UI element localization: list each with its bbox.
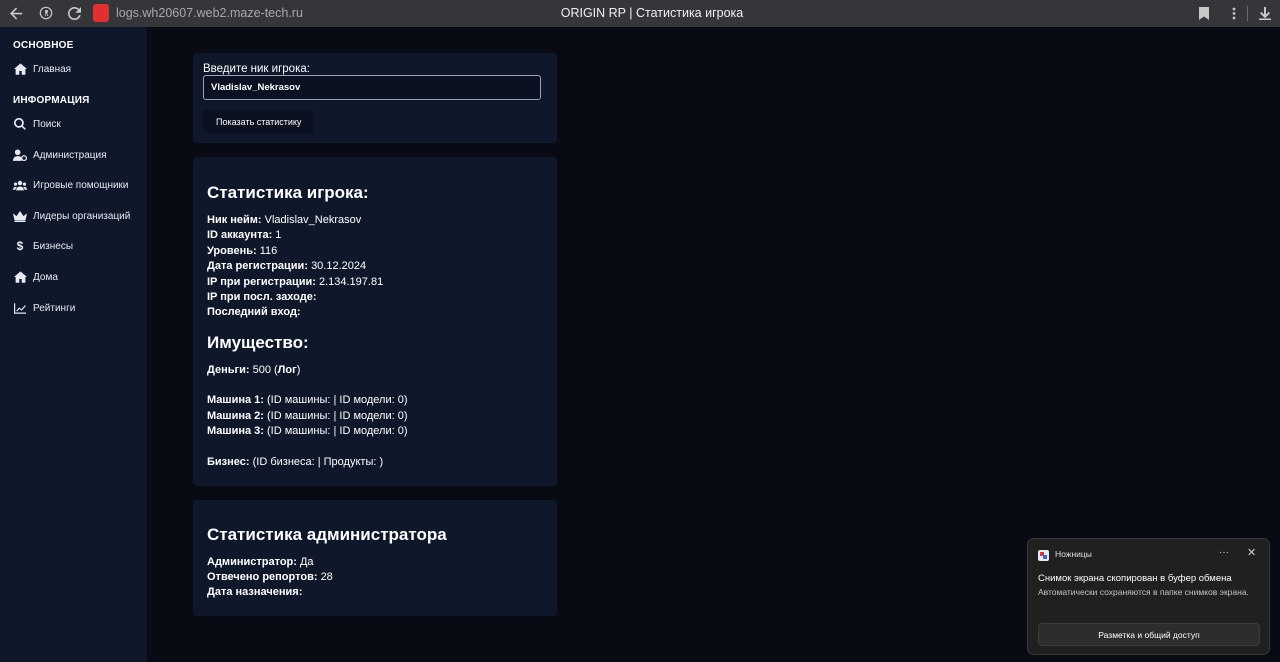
sidebar: ОСНОВНОЕ Главная ИНФОРМАЦИЯ Поиск Админи… [0,27,147,662]
admin-stats-title: Статистика администратора [207,525,447,544]
show-stats-button[interactable]: Показать статистику [203,110,315,133]
notification-more-button[interactable]: ··· [1219,547,1229,558]
sidebar-item-search[interactable]: Поиск [13,116,61,132]
property-row-car-2: Машина 2: (ID машины: | ID модели: 0) [207,410,408,422]
dollar-icon: $ [16,239,24,253]
nick-input-label: Введите ник игрока: [203,63,310,75]
admin-row-is-admin: Администратор: Да [207,556,314,568]
property-row-business: Бизнес: (ID бизнеса: | Продукты: ) [207,456,384,468]
bookmark-icon[interactable] [1196,5,1212,21]
stat-row-reg-date: Дата регистрации: 30.12.2024 [207,260,367,272]
download-icon[interactable] [1257,5,1273,21]
admin-row-appointed: Дата назначения: [207,586,303,598]
sidebar-item-helpers[interactable]: Игровые помощники [13,177,129,193]
chart-line-icon [13,301,27,315]
sidebar-item-home[interactable]: Главная [13,61,71,77]
sidebar-item-administration[interactable]: Администрация [13,147,107,163]
sidebar-item-houses[interactable]: Дома [13,269,58,285]
snipping-notification: Ножницы ··· ✕ Снимок экрана скопирован в… [1027,538,1270,655]
sidebar-item-ratings[interactable]: Рейтинги [13,300,75,316]
sidebar-item-label: Рейтинги [33,302,76,314]
stat-row-last-ip: IP при посл. заходе: [207,291,317,303]
stat-row-level: Уровень: 116 [207,245,278,257]
sidebar-section-main: ОСНОВНОЕ [13,40,74,51]
sidebar-item-label: Администрация [33,149,107,161]
player-stats-title: Статистика игрока: [207,183,369,202]
more-menu-icon[interactable] [1226,5,1242,21]
nick-input[interactable] [203,75,541,100]
stat-row-nickname: Ник нейм: Vladislav_Nekrasov [207,214,362,226]
player-stats-card: Статистика игрока: Ник нейм: Vladislav_N… [193,157,557,486]
search-icon [13,117,27,131]
search-card: Введите ник игрока: Показать статистику [193,53,557,143]
sidebar-item-label: Игровые помощники [33,179,129,191]
sidebar-item-label: Главная [33,63,72,75]
page-title: ORIGIN RP | Статистика игрока [560,6,744,20]
admin-stats-card: Статистика администратора Администратор:… [193,500,557,616]
sidebar-item-label: Бизнесы [33,240,74,252]
property-row-car-3: Машина 3: (ID машины: | ID модели: 0) [207,425,408,437]
browser-toolbar: logs.wh20607.web2.maze-tech.ru ORIGIN RP… [0,0,1280,27]
toolbar-divider [1247,6,1248,21]
notification-body: Автоматически сохраняются в папке снимко… [1038,587,1249,597]
stat-row-account-id: ID аккаунта: 1 [207,229,282,241]
property-title: Имущество: [207,333,309,352]
home-icon [13,62,27,76]
sidebar-item-businesses[interactable]: $ Бизнесы [13,238,73,254]
stat-row-reg-ip: IP при регистрации: 2.134.197.81 [207,276,384,288]
property-row-money: Деньги: 500 (Лог) [207,364,301,376]
stat-row-last-login: Последний вход: [207,306,301,318]
property-row-car-1: Машина 1: (ID машины: | ID модели: 0) [207,394,408,406]
sidebar-section-info: ИНФОРМАЦИЯ [13,95,90,106]
crown-icon [13,209,27,223]
sidebar-item-label: Лидеры организаций [33,210,131,222]
notification-app-name: Ножницы [1055,549,1092,559]
money-log-link[interactable]: Лог [278,364,297,376]
markup-share-button[interactable]: Разметка и общий доступ [1038,623,1260,646]
admin-row-reports: Отвечено репортов: 28 [207,571,333,583]
users-icon [13,178,27,192]
house-icon [13,270,27,284]
notification-title: Снимок экрана скопирован в буфер обмена [1038,573,1232,584]
sidebar-item-leaders[interactable]: Лидеры организаций [13,208,130,224]
user-gear-icon [13,148,27,162]
sidebar-item-label: Дома [33,271,58,283]
notification-close-button[interactable]: ✕ [1247,546,1256,559]
snipping-tool-icon [1038,548,1049,561]
sidebar-item-label: Поиск [33,118,61,130]
